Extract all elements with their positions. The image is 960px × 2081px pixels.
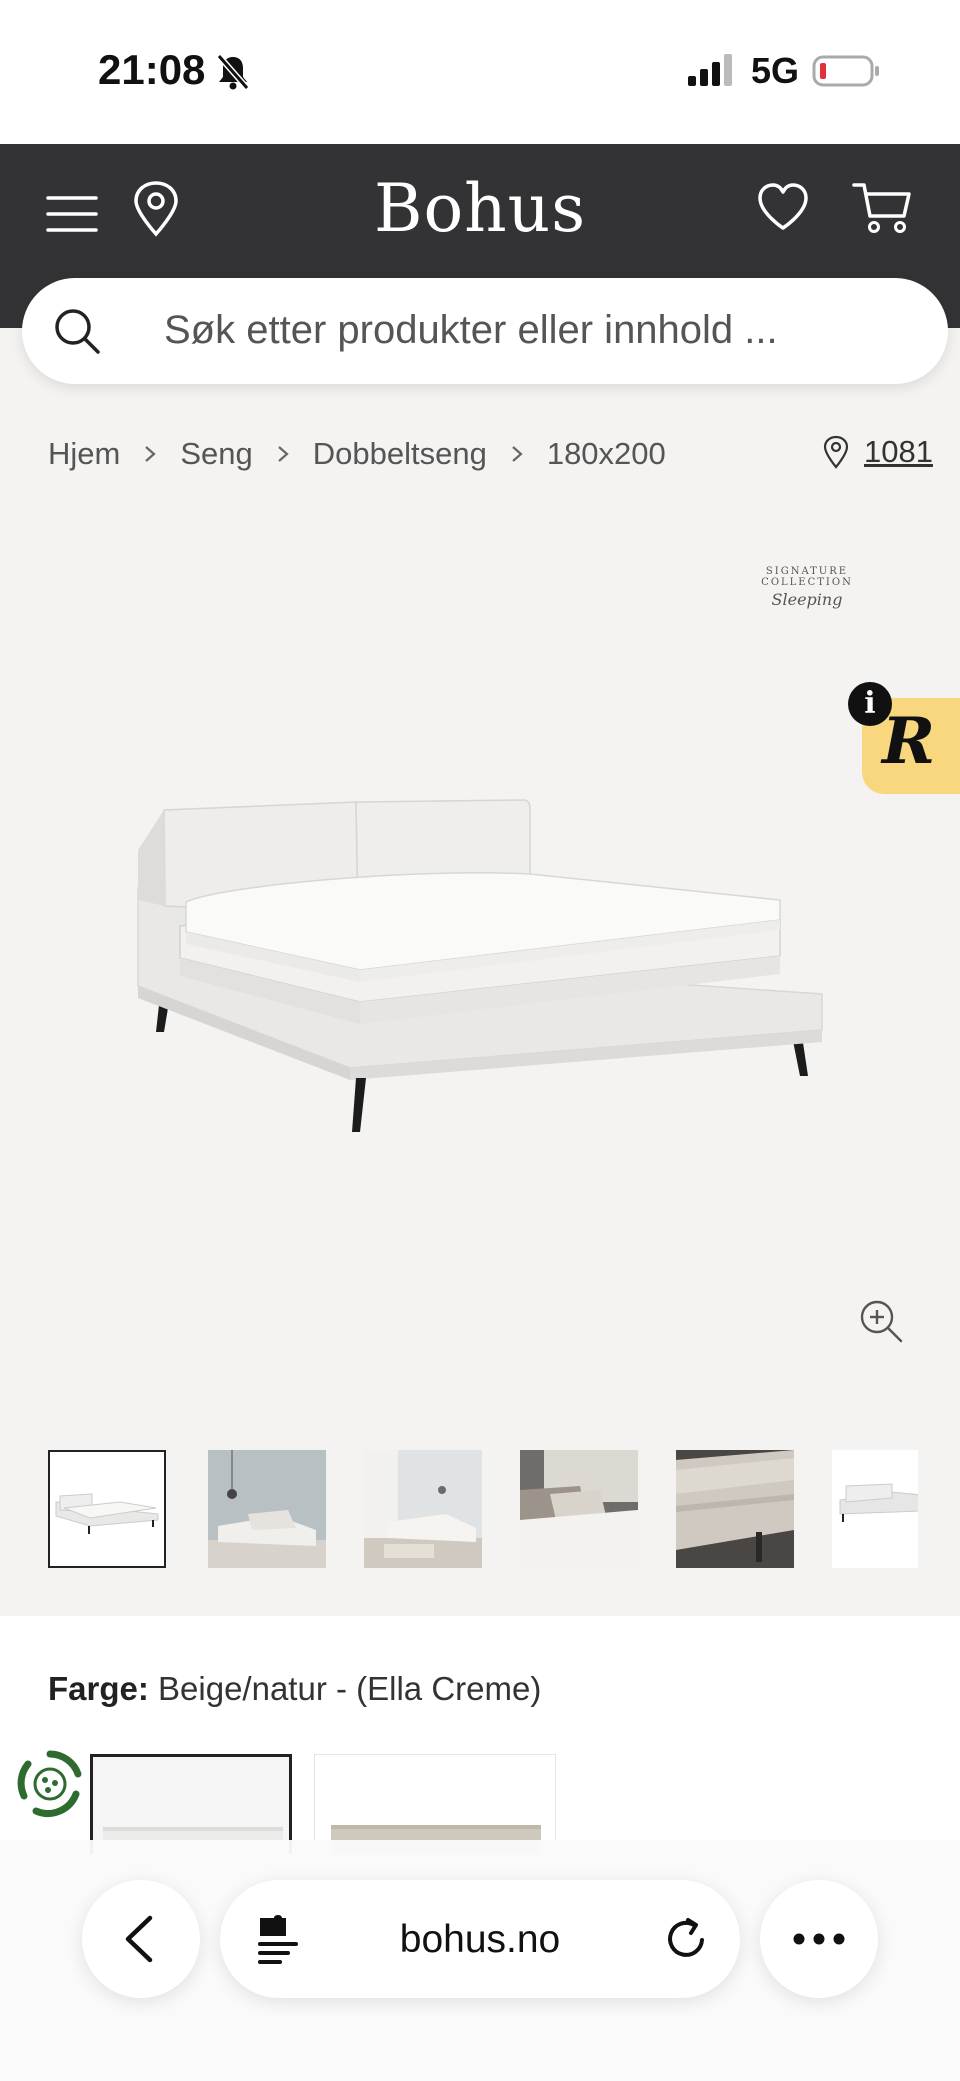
chevron-right-icon bbox=[120, 439, 180, 469]
network-label: 5G bbox=[751, 50, 800, 91]
thumbnail-strip bbox=[48, 1450, 918, 1568]
breadcrumb-item-seng[interactable]: Seng bbox=[180, 436, 252, 472]
eco-badge-icon[interactable] bbox=[14, 1748, 86, 1820]
product-main-image[interactable] bbox=[0, 500, 960, 1400]
more-button[interactable] bbox=[760, 1880, 878, 1998]
breadcrumb: Hjem Seng Dobbeltseng 180x200 bbox=[48, 436, 666, 472]
thumbnail-4[interactable] bbox=[520, 1450, 638, 1568]
url-text: bohus.no bbox=[399, 1918, 561, 1961]
bell-slash-icon bbox=[213, 52, 253, 92]
thumbnail-6[interactable] bbox=[832, 1450, 918, 1568]
store-code[interactable]: 1081 bbox=[864, 434, 933, 470]
thumbnail-3[interactable] bbox=[364, 1450, 482, 1568]
chevron-right-icon bbox=[487, 439, 547, 469]
back-chevron-icon bbox=[125, 1915, 153, 1963]
status-bar: 21:08 5G bbox=[0, 0, 960, 144]
color-label: Farge: bbox=[48, 1670, 149, 1707]
r-logo-icon: R bbox=[882, 704, 936, 779]
back-button[interactable] bbox=[82, 1880, 200, 1998]
browser-toolbar: bohus.no bbox=[0, 1840, 960, 2081]
color-line: Farge: Beige/natur - (Ella Creme) bbox=[48, 1670, 541, 1708]
breadcrumb-item-dobbeltseng[interactable]: Dobbeltseng bbox=[313, 436, 487, 472]
color-swatch[interactable] bbox=[314, 1754, 556, 1854]
zoom-in-icon[interactable] bbox=[858, 1298, 904, 1344]
address-bar[interactable]: bohus.no bbox=[220, 1880, 740, 1998]
store-selector[interactable]: 1081 bbox=[822, 434, 933, 470]
reload-icon[interactable] bbox=[664, 1916, 710, 1962]
site-logo[interactable]: Bohus bbox=[0, 170, 960, 247]
thumbnail-2[interactable] bbox=[208, 1450, 326, 1568]
thumbnail-1[interactable] bbox=[48, 1450, 166, 1568]
status-time: 21:08 bbox=[98, 46, 206, 93]
signature-script: Sleeping bbox=[771, 590, 843, 609]
color-value: Beige/natur - (Ella Creme) bbox=[158, 1670, 542, 1707]
breadcrumb-item-size[interactable]: 180x200 bbox=[547, 436, 666, 472]
breadcrumb-item-home[interactable]: Hjem bbox=[48, 436, 120, 472]
location-pin-icon bbox=[822, 435, 850, 469]
thumbnail-5[interactable] bbox=[676, 1450, 794, 1568]
search-placeholder: Søk etter produkter eller innhold ... bbox=[164, 308, 778, 352]
info-icon[interactable]: i bbox=[848, 682, 892, 726]
color-swatch-selected[interactable] bbox=[90, 1754, 292, 1854]
battery-low-icon bbox=[812, 54, 880, 88]
signature-title: SIGNATURE COLLECTION bbox=[761, 566, 853, 588]
heart-icon[interactable] bbox=[756, 180, 810, 234]
chevron-right-icon bbox=[253, 439, 313, 469]
cart-icon[interactable] bbox=[852, 180, 912, 236]
more-icon bbox=[793, 1933, 845, 1945]
search-input[interactable]: Søk etter produkter eller innhold ... bbox=[22, 278, 948, 384]
signature-collection-logo: SIGNATURE COLLECTION Sleeping bbox=[726, 566, 888, 609]
search-icon bbox=[52, 306, 102, 356]
signal-icon bbox=[688, 54, 736, 88]
